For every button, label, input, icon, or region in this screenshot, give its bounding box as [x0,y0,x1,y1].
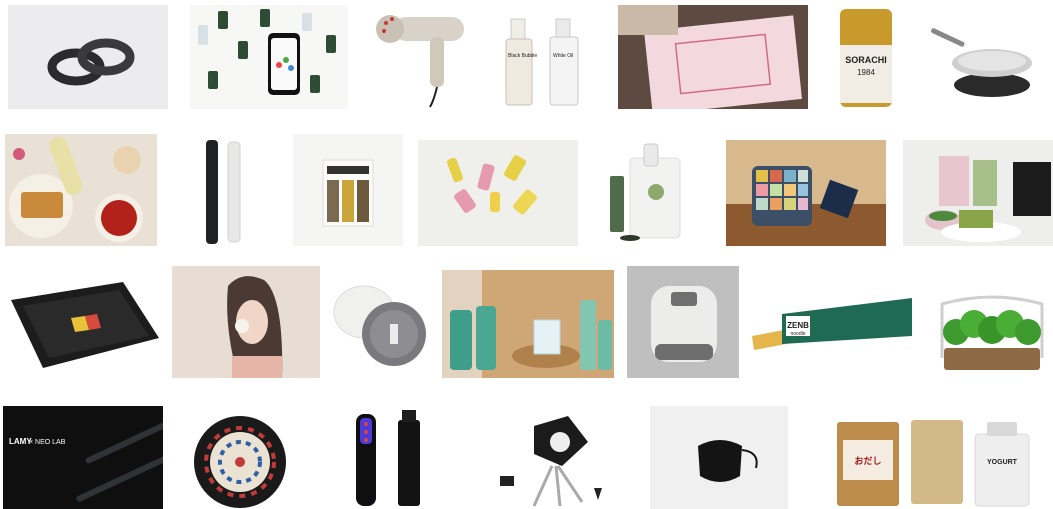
board-game-icon [3,270,163,378]
tile-cooker-device[interactable] [627,266,739,378]
tile-lamy-pens[interactable]: LAMY × NEO LAB [3,406,163,509]
tile-serum-bottles[interactable]: Black Bubble White Oil [500,5,600,109]
tile-powder-compact[interactable] [330,270,430,378]
tile-color-card[interactable] [293,134,403,246]
tile-smart-ring[interactable] [8,5,168,109]
plant-icon [934,288,1050,378]
serum-label: Black Bubble [508,53,537,59]
pasta-icon: ZENB noodle [752,292,912,356]
dashi-label: おだし [854,456,881,466]
tile-cosmetic-tubes[interactable] [418,140,578,246]
dropper-bottles-icon [190,5,348,109]
dartboard-icon [190,406,290,509]
tile-colorful-tray[interactable] [726,140,886,246]
led-brush-icon [340,406,440,509]
tile-matcha-set[interactable] [903,140,1053,246]
tea-machine-icon [600,140,700,246]
camera-icon [498,406,610,509]
tile-hair-dryer[interactable] [372,5,472,109]
beer-brand: SORACHI [845,55,887,65]
tile-pink-box[interactable] [618,5,808,109]
tubes-icon [418,140,578,246]
tile-herb-planter[interactable] [934,288,1050,378]
oil-label: White Oil [553,53,573,59]
hair-dryer-icon [372,5,472,109]
tile-smart-pan[interactable] [926,5,1036,109]
tile-dartboard[interactable] [190,406,290,509]
pasta-type: noodle [790,331,805,337]
beauty-device-icon [172,266,320,378]
color-swatch-icon [293,134,403,246]
appliance-icon [627,266,739,378]
tray-icon [726,140,886,246]
compact-icon [330,270,430,378]
food-platter-icon [5,134,157,246]
matcha-icon [903,140,1053,246]
tile-droppers-phone[interactable] [190,5,348,109]
beer-can-icon: SORACHI 1984 [836,5,896,109]
tile-game-board[interactable] [3,270,163,378]
tile-food-table[interactable] [5,134,157,246]
tile-camera-tripod[interactable] [498,406,610,509]
tile-food-bags[interactable]: おだし YOGURT [833,416,1033,509]
pen-icon: LAMY × NEO LAB [3,406,163,509]
product-grid: Black Bubble White Oil SORACHI 1984 ZENB… [0,0,1053,509]
bath-bottles-icon [442,270,614,378]
gift-box-icon [618,5,808,109]
frying-pan-icon [926,5,1036,109]
tile-black-mask[interactable] [650,406,788,509]
tile-woman-device[interactable] [172,266,320,378]
pasta-brand: ZENB [787,321,809,330]
yogurt-label: YOGURT [987,459,1018,466]
food-bags-icon: おだし YOGURT [833,416,1033,509]
tile-led-device[interactable] [340,406,440,509]
tile-tea-machine[interactable] [600,140,700,246]
tile-bath-products[interactable] [442,270,614,378]
beer-year: 1984 [857,68,875,77]
neolab-logo: × NEO LAB [29,439,66,446]
face-mask-icon [650,406,788,509]
tile-wand-devices[interactable] [198,134,252,246]
tile-pasta-pack[interactable]: ZENB noodle [752,292,912,356]
bottles-icon: Black Bubble White Oil [500,5,600,109]
ring-icon [8,5,168,109]
wand-icon [198,134,252,246]
tile-beer-can[interactable]: SORACHI 1984 [836,5,896,109]
